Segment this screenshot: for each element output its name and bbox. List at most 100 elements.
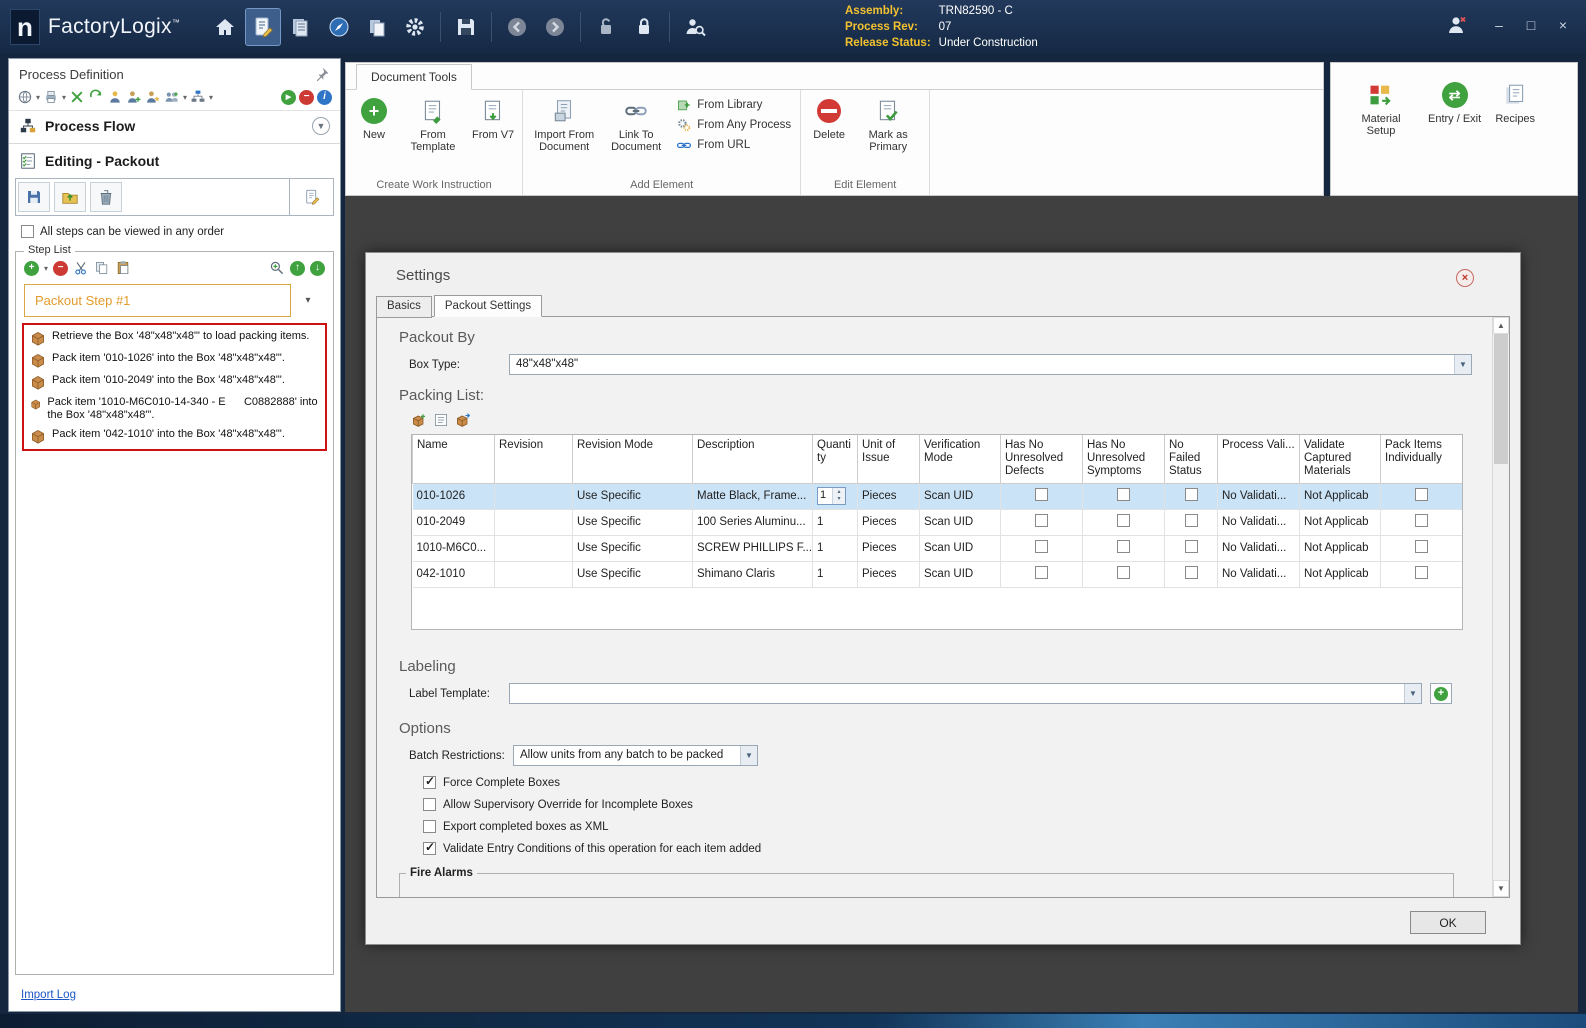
maximize-button[interactable]: □ [1522,17,1540,33]
quantity-stepper[interactable]: 1 ▴ ▾ [817,487,846,505]
list-item[interactable]: Pack item '010-1026' into the Box '48"x4… [26,349,323,371]
collapse-button[interactable]: ▼ [312,117,330,135]
checkbox[interactable] [1415,540,1428,553]
list-item[interactable]: Pack item '010-2049' into the Box '48"x4… [26,371,323,393]
save-button[interactable] [448,8,484,46]
checkbox[interactable] [1117,514,1130,527]
paste-icon[interactable] [115,260,131,276]
edit-document-button[interactable] [289,179,333,215]
explore-button[interactable] [321,8,357,46]
dialog-close-button[interactable]: × [1456,269,1474,287]
tab-basics[interactable]: Basics [376,296,432,318]
chevron-down-icon[interactable]: ▼ [1404,684,1421,703]
unlock-button[interactable] [588,8,624,46]
zoom-add-icon[interactable] [269,260,285,276]
add-step-caret-icon[interactable]: ▾ [44,264,48,273]
scroll-up-icon[interactable]: ▲ [1493,317,1509,334]
process-flow-row[interactable]: Process Flow ▼ [9,111,340,141]
column-header[interactable]: Validate Captured Materials [1299,435,1381,484]
cell-process-validation[interactable]: No Validati... [1217,561,1300,588]
column-header[interactable]: Process Vali... [1217,435,1300,484]
cell-revision[interactable] [494,509,573,536]
column-header[interactable]: No Failed Status [1164,435,1218,484]
from-template-button[interactable]: From Template [397,93,469,156]
cell-unit-of-issue[interactable]: Pieces [857,561,920,588]
checkbox[interactable] [1035,514,1048,527]
new-button[interactable]: + New [351,93,397,144]
cell-quantity[interactable]: 1 [812,509,858,536]
cell-revision-mode[interactable]: Use Specific [572,561,693,588]
option-validate-entry[interactable]: Validate Entry Conditions of this operat… [423,840,1478,855]
cell-defects[interactable] [1000,509,1083,536]
export-box-icon[interactable] [455,412,471,428]
checkbox[interactable] [1035,488,1048,501]
cell-symptoms[interactable] [1082,483,1165,510]
cell-pack-individually[interactable] [1380,509,1462,536]
cell-description[interactable]: 100 Series Aluminu... [692,509,813,536]
column-header[interactable]: Revision Mode [572,435,693,484]
lock-button[interactable] [626,8,662,46]
work-instruction-button[interactable] [245,8,282,46]
export-xml-checkbox[interactable] [423,820,436,833]
chevron-down-icon[interactable]: ▼ [740,746,757,765]
list-details-icon[interactable] [433,412,449,428]
add-step-icon[interactable]: + [24,260,39,276]
selected-step[interactable]: Packout Step #1 [24,284,291,317]
cell-revision[interactable] [494,483,573,510]
dropdown-caret-icon[interactable]: ▾ [36,93,40,102]
cell-verification-mode[interactable]: Scan UID [919,535,1001,562]
cell-pack-individually[interactable] [1380,535,1462,562]
cell-revision-mode[interactable]: Use Specific [572,535,693,562]
checkbox[interactable] [1117,488,1130,501]
checkbox[interactable] [1184,540,1198,553]
column-header[interactable]: Description [692,435,813,484]
cell-revision-mode[interactable]: Use Specific [572,483,693,510]
move-down-icon[interactable]: ↓ [310,260,325,276]
pin-icon[interactable] [314,66,330,82]
checkbox[interactable] [1184,488,1198,501]
option-supervisory-override[interactable]: Allow Supervisory Override for Incomplet… [423,798,1478,811]
cell-quantity[interactable]: 1 [812,561,858,588]
checkbox[interactable] [1117,540,1130,553]
column-header[interactable]: Has No Unresolved Defects [1000,435,1083,484]
ok-button[interactable]: OK [1410,911,1486,934]
copy-pages-button[interactable] [359,8,395,46]
cell-symptoms[interactable] [1082,535,1165,562]
cell-process-validation[interactable]: No Validati... [1217,535,1300,562]
cell-pack-individually[interactable] [1380,561,1462,588]
scroll-down-icon[interactable]: ▼ [1493,880,1509,897]
validate-entry-checkbox[interactable] [423,840,436,855]
checkbox[interactable] [1415,488,1428,501]
table-row[interactable]: 010-2049 Use Specific 100 Series Aluminu… [412,509,1462,536]
list-item[interactable]: Retrieve the Box '48"x48"x48"' to load p… [26,327,323,349]
cell-validate-captured[interactable]: Not Applicab [1299,483,1381,510]
cell-verification-mode[interactable]: Scan UID [919,483,1001,510]
cell-revision[interactable] [494,535,573,562]
table-row[interactable]: 010-1026 Use Specific Matte Black, Frame… [412,483,1462,510]
cell-symptoms[interactable] [1082,561,1165,588]
force-complete-checkbox[interactable] [423,774,436,789]
column-header[interactable]: Name [412,435,495,484]
cell-failed-status[interactable] [1164,535,1218,562]
add-label-template-button[interactable]: + [1430,683,1452,704]
dropdown-caret-icon[interactable]: ▾ [62,93,66,102]
table-row[interactable]: 1010-M6C0... Use Specific SCREW PHILLIPS… [412,535,1462,562]
add-box-icon[interactable] [411,412,427,428]
checkbox[interactable] [1035,540,1048,553]
cell-failed-status[interactable] [1164,509,1218,536]
cell-defects[interactable] [1000,561,1083,588]
checkbox[interactable] [1415,514,1428,527]
tab-packout-settings[interactable]: Packout Settings [433,295,543,317]
cell-pack-individually[interactable] [1380,483,1462,510]
cell-verification-mode[interactable]: Scan UID [919,509,1001,536]
import-from-document-button[interactable]: Import From Document [528,93,600,156]
settings-button[interactable] [397,8,433,46]
run-icon[interactable]: ▶ [281,89,296,105]
from-library-item[interactable]: From Library [676,97,791,113]
remove-step-icon[interactable]: − [53,260,69,276]
step-expand-icon[interactable]: ▾ [291,295,325,306]
cell-unit-of-issue[interactable]: Pieces [857,509,920,536]
cell-defects[interactable] [1000,483,1083,510]
cell-revision-mode[interactable]: Use Specific [572,509,693,536]
checkbox[interactable] [1035,566,1048,579]
